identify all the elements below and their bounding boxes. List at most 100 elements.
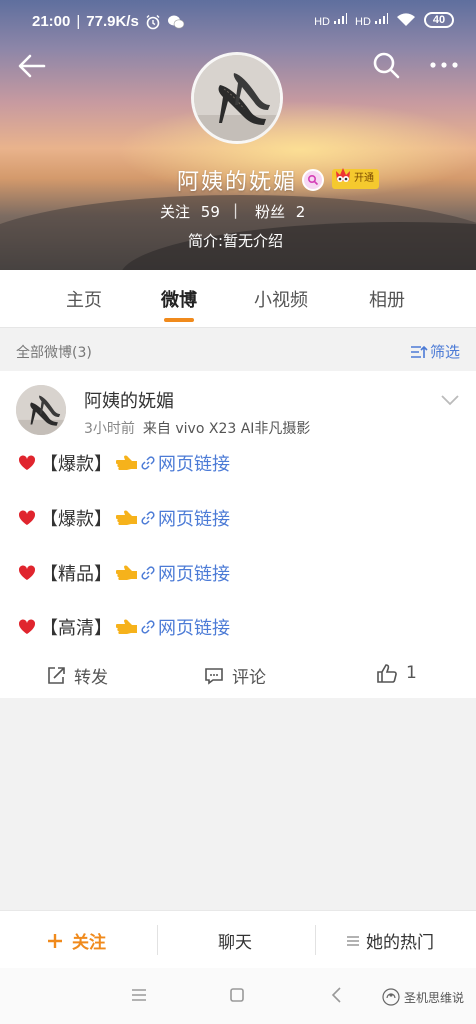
avatar[interactable]	[16, 385, 66, 435]
all-posts-count: 全部微博(3)	[16, 345, 92, 361]
post-line: 【高清】 网页链接	[18, 613, 230, 641]
crown-icon	[336, 168, 350, 182]
watermark: 圣机思维说	[382, 988, 464, 1006]
tab-short-video[interactable]: 小视频	[254, 286, 308, 312]
repost-icon	[48, 666, 65, 684]
following-count: 59	[200, 203, 220, 221]
tab-weibo[interactable]: 微博	[161, 286, 197, 312]
menu-icon[interactable]	[130, 988, 148, 1002]
profile-tabs: 主页 微博 小视频 相册	[0, 270, 476, 328]
bottom-action-bar: 关注 聊天 她的热门	[0, 910, 476, 968]
pointing-hand-icon	[116, 455, 137, 470]
wechat-official-icon	[382, 988, 400, 1006]
divider	[157, 925, 158, 955]
hot-posts-label: 她的热门	[366, 933, 434, 953]
stat-divider: |	[233, 201, 239, 219]
divider	[315, 925, 316, 955]
thumbs-up-icon	[377, 664, 397, 683]
filter-icon	[411, 345, 428, 358]
back-arrow-icon[interactable]	[16, 50, 48, 82]
more-options-icon[interactable]	[428, 52, 460, 78]
high-heel-shoe-image	[16, 385, 66, 435]
back-icon[interactable]	[330, 986, 342, 1004]
post-author[interactable]: 阿姨的妩媚	[84, 387, 174, 413]
status-time: 21:00	[32, 13, 71, 30]
post-line: 【爆款】 网页链接	[18, 504, 230, 532]
pointing-hand-icon	[116, 510, 137, 525]
filter-label: 筛选	[430, 343, 461, 361]
post-tag: 【精品】	[40, 564, 112, 585]
profile-bio: 简介:暂无介绍	[188, 232, 284, 250]
pointing-hand-icon	[116, 565, 137, 580]
fans-label: 粉丝	[255, 203, 286, 221]
follow-label: 关注	[72, 933, 106, 953]
link-icon	[141, 566, 155, 580]
network-speed: 77.9K/s	[86, 13, 139, 30]
like-count: 1	[406, 663, 417, 683]
wechat-icon	[167, 15, 185, 28]
signal-label: HD	[314, 15, 330, 28]
post-tag: 【爆款】	[40, 509, 112, 530]
following-stat[interactable]: 关注 59	[160, 201, 220, 222]
hot-posts-button[interactable]: 她的热门	[346, 928, 434, 953]
status-separator: |	[76, 13, 81, 30]
system-nav-bar: 圣机思维说	[0, 968, 476, 1024]
signal-icon: HD	[355, 12, 388, 28]
web-link[interactable]: 网页链接	[158, 614, 230, 640]
tab-home[interactable]: 主页	[66, 286, 102, 312]
post-tag: 【爆款】	[40, 454, 112, 475]
link-icon	[141, 511, 155, 525]
post-line: 【精品】 网页链接	[18, 559, 230, 587]
alarm-icon	[146, 14, 160, 29]
heart-icon	[18, 455, 36, 470]
filter-bar: 全部微博(3) 筛选	[0, 330, 476, 370]
repost-label: 转发	[74, 668, 108, 688]
post-line: 【爆款】 网页链接	[18, 449, 230, 477]
web-link[interactable]: 网页链接	[158, 450, 230, 476]
post-time: 3小时前	[84, 421, 135, 437]
following-label: 关注	[160, 203, 191, 221]
post-tag: 【高清】	[40, 618, 112, 639]
heart-icon	[18, 510, 36, 525]
active-tab-indicator	[164, 318, 194, 322]
status-bar: 21:00 | 77.9K/s HD HD 40	[0, 0, 476, 44]
fans-count: 2	[295, 203, 306, 221]
post-meta: 3小时前 来自 vivo X23 AI非凡摄影	[84, 418, 310, 438]
battery-indicator: 40	[424, 12, 454, 28]
signal-icon: HD	[314, 12, 348, 28]
avatar[interactable]	[191, 52, 283, 144]
vip-open-badge[interactable]: 开通	[332, 168, 379, 189]
chat-button[interactable]: 聊天	[218, 928, 252, 953]
post-source: 来自 vivo X23 AI非凡摄影	[142, 421, 311, 437]
signal-label: HD	[355, 15, 371, 28]
web-link[interactable]: 网页链接	[158, 560, 230, 586]
heart-icon	[18, 565, 36, 580]
web-link[interactable]: 网页链接	[158, 505, 230, 531]
menu-lines-icon	[347, 935, 359, 946]
filter-button[interactable]: 筛选	[410, 341, 460, 362]
link-icon	[141, 456, 155, 470]
comment-label: 评论	[232, 668, 266, 688]
wifi-icon	[397, 13, 415, 26]
search-icon[interactable]	[372, 51, 400, 79]
repost-button[interactable]: 转发	[46, 663, 108, 688]
high-heel-shoe-image	[194, 55, 280, 141]
vip-open-label: 开通	[354, 173, 374, 184]
follow-button[interactable]: 关注	[46, 928, 106, 953]
home-square-icon[interactable]	[229, 987, 245, 1003]
watermark-text: 圣机思维说	[404, 990, 465, 1005]
comment-icon	[205, 667, 223, 685]
post-actions: 转发 评论 1	[0, 655, 476, 695]
plus-icon	[48, 933, 62, 948]
heart-icon	[18, 619, 36, 634]
like-button[interactable]: 1	[376, 663, 417, 683]
fans-stat[interactable]: 粉丝 2	[255, 201, 305, 222]
pointing-hand-icon	[116, 619, 137, 634]
chevron-down-icon[interactable]	[440, 393, 460, 407]
link-icon	[141, 620, 155, 634]
post-card[interactable]: 阿姨的妩媚 3小时前 来自 vivo X23 AI非凡摄影 【爆款】 网页链接 【…	[0, 371, 476, 698]
search-badge-icon[interactable]	[302, 169, 324, 191]
comment-button[interactable]: 评论	[204, 663, 266, 688]
profile-header: 21:00 | 77.9K/s HD HD 40 阿姨的妩媚 开通 关注 59 …	[0, 0, 476, 270]
tab-album[interactable]: 相册	[369, 286, 405, 312]
